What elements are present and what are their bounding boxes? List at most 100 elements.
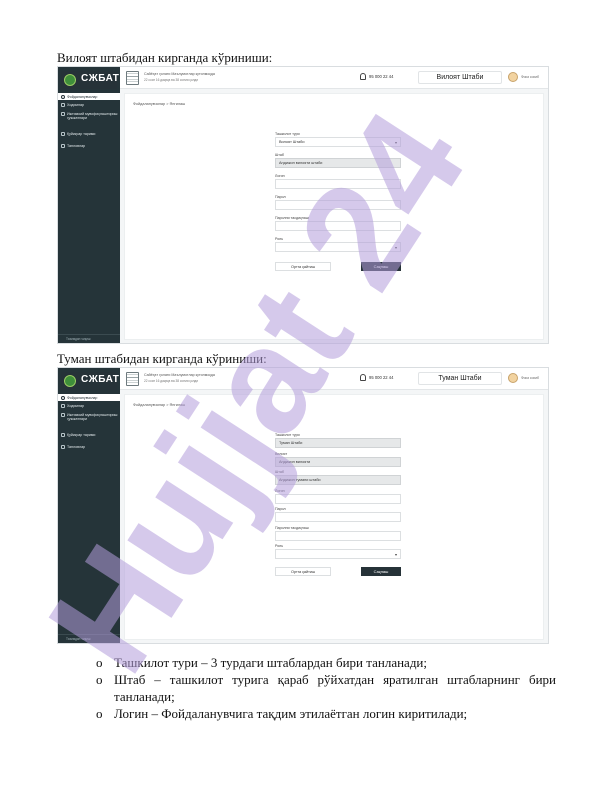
user-name[interactable]: Фоиз сохиб [521,376,539,380]
sidebar-item[interactable]: Ижтимоий мувофиқлаштириш ҳужжатлари [58,413,120,421]
sidebar-item[interactable]: Танловлар [58,144,120,148]
sidebar-item[interactable]: Ходимлар [58,404,120,408]
select-field[interactable]: Вилоят Штаби ▾ [275,137,401,147]
countdown-text: 22 соат 16 дақиқа ва 38 сония қолди [144,379,199,383]
sidebar-item-label: Ходимлар [67,404,84,408]
bullet-item: o Ташкилот тури – 3 турдаги штаблардан би… [96,655,427,670]
save-button[interactable]: Сақлаш [361,566,401,576]
field-value: Туман Штаби [279,441,303,445]
users-icon [61,94,65,99]
user-check-icon [61,144,65,148]
chevron-down-icon: ▾ [394,140,397,145]
sidebar: СЖБАТ Фойдаланувчилар Ходимлар Ижтимоий мув… [58,67,120,343]
back-button[interactable]: Ортга қайтиш [275,566,331,576]
sidebar-item-label: Фойдаланувчилар [67,395,98,400]
sidebar-item-label: Қуйиқсар тарими [67,433,96,437]
link-icon [61,112,65,116]
sidebar-item-label: Ижтимоий мувофиқлаштириш ҳужжатлари [67,112,118,120]
logo-text: СЖБАТ [81,374,120,385]
main-content: Фойдаланувчилар > Янгилаш Ташкилот тури Ви… [124,93,544,340]
field-label: Парол [275,195,286,199]
sidebar-item-label: Ходимлар [67,103,84,107]
input-field[interactable] [275,530,401,541]
input-field[interactable]: Андижон тумани штаби [275,475,401,485]
select-field[interactable]: ▾ [275,242,401,252]
logo-text: СЖБАТ [81,73,120,84]
link-icon [61,413,65,417]
input-field[interactable] [275,512,401,522]
support-phone: 95 000 22 44 [369,74,394,79]
sidebar-item-label: Қуйиқсар тарими [67,132,96,136]
countdown-text: 22 соат 16 дақиқа ва 38 сония қолди [144,78,199,82]
screenshot-regional-hq: СЖБАТ Фойдаланувчилар Ходимлар Ижтимоий мув… [57,66,549,344]
avatar[interactable] [508,373,518,383]
field-label: Паролни тасдиқлаш [275,216,309,220]
person-icon [61,103,65,107]
field-value: Андижон тумани штаби [279,478,321,482]
headset-icon [360,73,366,80]
input-field[interactable] [275,221,401,231]
field-value: Андижон вилояти [279,459,311,464]
sidebar-item[interactable]: Фойдаланувчилар [58,394,120,401]
sidebar: СЖБАТ Фойдаланувчилар Ходимлар Ижтимоий мув… [58,368,120,643]
avatar[interactable] [508,72,518,82]
input-field[interactable] [275,200,401,210]
bullet-item: o Логин – Фойдаланувчига тақдим этилаётга… [96,706,468,721]
user-name[interactable]: Фоиз сохиб [521,75,539,79]
calendar-icon [61,433,65,437]
logo-emblem-icon [64,74,76,86]
field-label: Паролни тасдиқлаш [275,525,309,530]
field-label: Штаб [275,153,284,157]
sidebar-item-label: Ижтимоий мувофиқлаштириш ҳужжатлари [67,413,118,421]
user-check-icon [61,445,65,449]
bullet-item: o Штаб – ташкилот турига қараб рўйхатдан … [96,672,556,704]
top-bar: Сайёҳат ҳолати Маълумотлар кутилмоқда 22 … [120,368,548,390]
back-button[interactable]: Ортга қайтиш [275,262,331,271]
sidebar-item-label: Фойдаланувчилар [67,94,98,99]
calendar-icon [61,132,65,136]
input-field[interactable]: Андижон вилояти [275,456,401,467]
logout-link[interactable]: Тизимдан чиқиш [58,334,120,341]
sidebar-item[interactable]: Танловлар [58,445,120,449]
caption-regional-view: Вилоят штабидан кирганда кўриниши: [57,50,273,65]
input-field[interactable]: Андижон вилояти штаби [275,158,401,168]
screenshot-district-hq: СЖБАТ Фойдаланувчилар Ходимлар Ижтимоий мув… [57,367,549,644]
field-label: Роль [275,237,284,241]
caption-district-view: Туман штабидан кирганда кўриниши: [57,351,267,366]
field-label: Роль [275,544,284,548]
field-label: Штаб [275,470,284,474]
input-field[interactable]: Туман Штаби [275,438,401,448]
sidebar-item[interactable]: Фойдаланувчилар [58,93,120,100]
field-value: Вилоят Штаби [279,140,305,144]
status-text: Сайёҳат ҳолати Маълумотлар кутилмоқда [144,373,215,377]
users-icon [61,395,65,400]
logout-link[interactable]: Тизимдан чиқиш [58,634,120,641]
support-phone: 95 000 22 44 [369,375,394,380]
sidebar-item[interactable]: Қуйиқсар тарими [58,433,120,437]
sidebar-item-label: Танловлар [67,144,86,148]
select-field[interactable]: ▾ [275,549,401,559]
input-field[interactable] [275,493,401,504]
calendar-icon [126,372,139,386]
field-label: Логин [275,174,285,178]
chevron-down-icon: ▾ [394,245,397,250]
headset-icon [360,374,366,381]
input-field[interactable] [275,179,401,189]
field-label: Ташкилот тури [275,132,300,136]
sidebar-item[interactable]: Қуйиқсар тарими [58,132,120,136]
person-icon [61,404,65,408]
logo-emblem-icon [64,375,76,387]
main-content: Фойдаланувчилар > Янгилаш Ташкилот тури Ту… [124,394,544,640]
sidebar-item[interactable]: Ходимлар [58,103,120,107]
hq-title: Туман Штаби [418,372,502,385]
calendar-icon [126,71,139,85]
sidebar-item[interactable]: Ижтимоий мувофиқлаштириш ҳужжатлари [58,112,120,120]
save-button[interactable]: Сақлаш [361,262,401,271]
app-logo[interactable]: СЖБАТ [61,71,120,89]
chevron-down-icon: ▾ [394,552,397,557]
top-bar: Сайёҳат ҳолати Маълумотлар кутилмоқда 22 … [120,67,548,89]
field-label: Вилоят [275,451,288,456]
app-logo[interactable]: СЖБАТ [61,372,120,390]
field-label: Ташкилот тури [275,433,300,437]
field-label: Логин [275,488,285,493]
